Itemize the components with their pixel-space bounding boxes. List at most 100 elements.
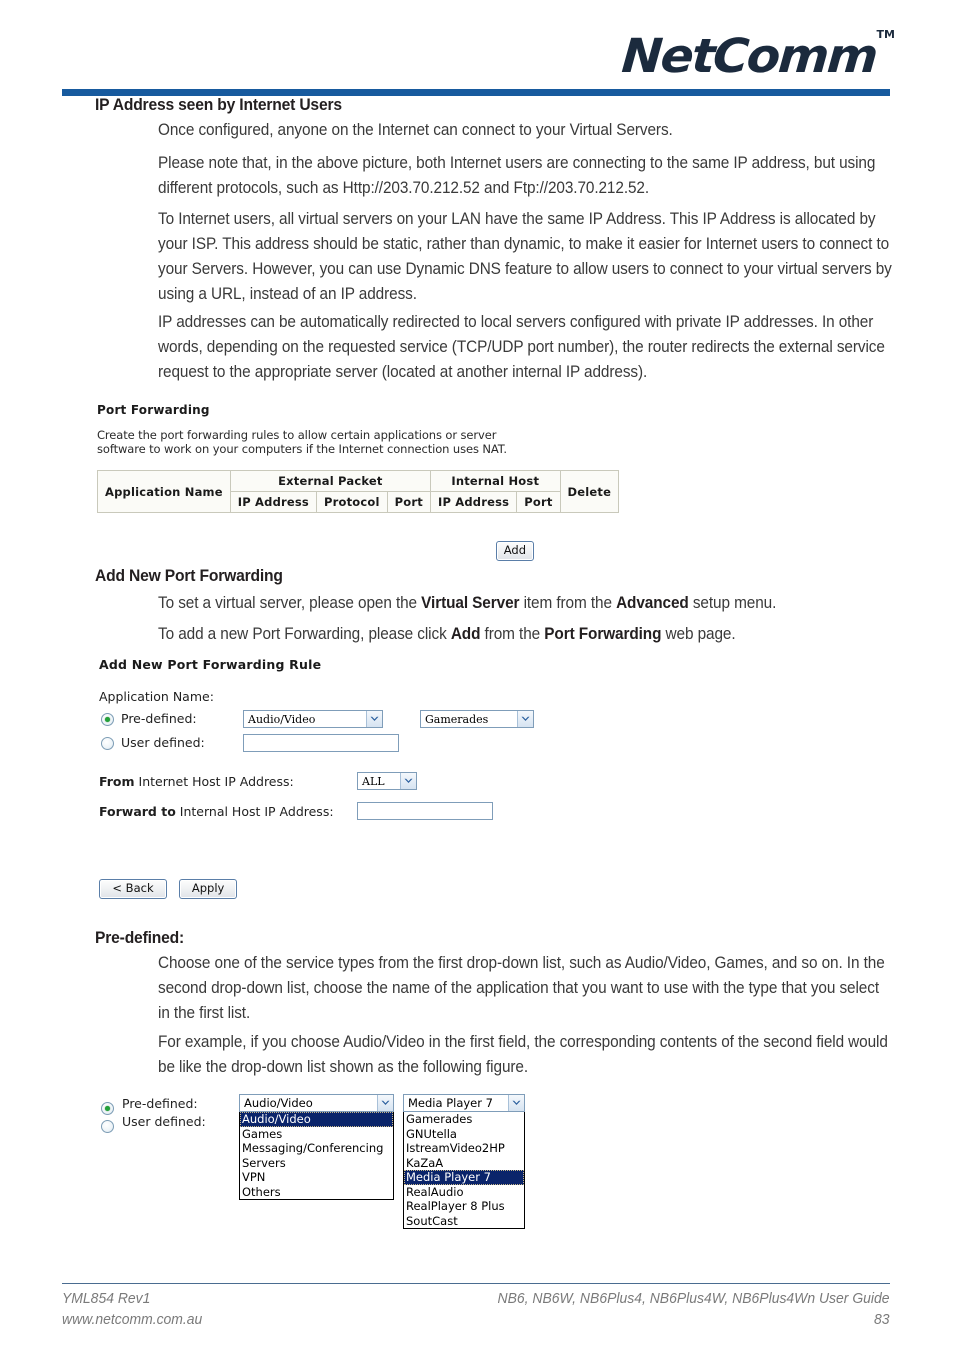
label-application-name: Application Name: [99, 689, 214, 704]
footer-page-number: 83 [874, 1311, 890, 1328]
page-heading-ip-address: IP Address seen by Internet Users [95, 95, 342, 114]
th-internal-host: Internal Host [429, 470, 561, 492]
figure-label-user-defined: User defined: [122, 1114, 206, 1129]
row-forward-to-internal-host: Forward to Internal Host IP Address: [99, 801, 569, 825]
application-option[interactable]: Media Player 7 [404, 1170, 524, 1185]
add-rule-screenshot: Add New Port Forwarding Rule Application… [99, 657, 569, 899]
service-type-option[interactable]: VPN [240, 1170, 393, 1185]
paragraph-ip-redirect: IP addresses can be automatically redire… [158, 313, 885, 381]
netcomm-logo: NetComm TM [620, 22, 895, 84]
chevron-down-icon [366, 711, 382, 727]
service-type-option[interactable]: Messaging/Conferencing [240, 1141, 393, 1156]
label-forward-bold: Forward to [99, 804, 176, 819]
service-type-option[interactable]: Audio/Video [240, 1112, 393, 1127]
chevron-down-icon [508, 1095, 524, 1111]
service-type-option[interactable]: Others [240, 1185, 393, 1200]
radio-user-defined[interactable] [101, 737, 114, 750]
input-user-defined[interactable] [243, 734, 399, 752]
select-application-value: Gamerades [425, 712, 489, 726]
logo-wordmark: NetComm [620, 29, 879, 84]
port-forwarding-table: Application Name External Packet Interna… [97, 470, 620, 513]
th-delete: Delete [559, 470, 620, 513]
label-from-bold: From [99, 774, 135, 789]
application-option[interactable]: KaZaA [404, 1156, 524, 1171]
label-forward-rest: Internal Host IP Address: [175, 804, 334, 819]
th-external-packet: External Packet [229, 470, 431, 492]
back-button[interactable]: < Back [99, 879, 167, 899]
service-type-option[interactable]: Games [240, 1127, 393, 1142]
label-user-defined: User defined: [121, 735, 205, 750]
dropdown-options-service-type[interactable]: Audio/Video Games Messaging/Conferencing Se… [239, 1111, 394, 1200]
paragraph-once-configured: Once configured, anyone on the Internet … [158, 121, 673, 139]
th-application-name: Application Name [97, 470, 231, 513]
application-option[interactable]: IstreamVideo2HP [404, 1141, 524, 1156]
text-frag-a2: To add a new Port Forwarding, please cli… [158, 625, 451, 643]
text-frag-c2: from the [480, 625, 545, 643]
footer-left: YML854 Rev1 www.netcomm.com.au [62, 1288, 202, 1330]
label-from-rest: Internet Host IP Address: [134, 774, 294, 789]
dropdown-options-application[interactable]: Gamerades GNUtella IstreamVideo2HP KaZaA Med… [403, 1111, 525, 1229]
open-select-application-box[interactable]: Media Player 7 [403, 1094, 525, 1112]
screenshot-title-add-rule: Add New Port Forwarding Rule [99, 657, 322, 672]
figure-radio-predefined[interactable] [101, 1102, 114, 1115]
th-external-ip-address: IP Address [229, 491, 317, 513]
figure-label-predefined: Pre-defined: [122, 1096, 198, 1111]
add-button[interactable]: Add [495, 541, 534, 561]
open-select-service-type-value: Audio/Video [244, 1096, 313, 1110]
paragraph-choose-service-type: Choose one of the service types from the… [158, 954, 885, 1022]
paragraph-please-note: Please note that, in the above picture, … [158, 154, 876, 197]
open-select-application-value: Media Player 7 [408, 1096, 493, 1110]
open-select-service-type[interactable]: Audio/Video Audio/Video Games Messaging/Co… [239, 1094, 394, 1200]
paragraph-to-internet-users: To Internet users, all virtual servers o… [158, 210, 892, 303]
document-page: NetComm TM IP Address seen by Internet Us… [0, 0, 954, 1350]
row-user-defined: User defined: [99, 733, 569, 755]
apply-button[interactable]: Apply [179, 879, 238, 899]
application-option[interactable]: RealPlayer 8 Plus [404, 1199, 524, 1214]
application-option[interactable]: GNUtella [404, 1127, 524, 1142]
select-application[interactable]: Gamerades [420, 710, 534, 728]
input-forward-to[interactable] [357, 802, 493, 820]
text-frag-virtual-server: Virtual Server [421, 594, 520, 612]
paragraph-for-example: For example, if you choose Audio/Video i… [158, 1033, 888, 1076]
row-from-internet-host: From Internet Host IP Address: ALL [99, 771, 569, 795]
text-frag-c: item from the [519, 594, 617, 612]
text-frag-e: setup menu. [688, 594, 777, 612]
page-heading-add-new-port-forwarding: Add New Port Forwarding [95, 566, 283, 585]
chevron-down-icon [377, 1095, 393, 1111]
text-frag-port-forwarding: Port Forwarding [544, 625, 662, 643]
th-internal-port: Port [516, 491, 561, 513]
screenshot-title-port-forwarding: Port Forwarding [97, 403, 210, 417]
application-option[interactable]: SoutCast [404, 1214, 524, 1229]
form-button-row: < Back Apply [99, 877, 569, 899]
footer-guide-title: NB6, NB6W, NB6Plus4, NB6Plus4W, NB6Plus4… [497, 1290, 890, 1307]
th-external-protocol: Protocol [315, 491, 388, 513]
footer-divider-rule [62, 1283, 890, 1284]
footer-website: www.netcomm.com.au [62, 1311, 203, 1328]
select-service-type[interactable]: Audio/Video [243, 710, 383, 728]
text-frag-e2: web page. [661, 625, 736, 643]
screenshot-desc-line-2: software to work on your computers if th… [97, 442, 507, 456]
application-option[interactable]: RealAudio [404, 1185, 524, 1200]
application-option[interactable]: Gamerades [404, 1112, 524, 1127]
footer-doc-revision: YML854 Rev1 [62, 1290, 151, 1307]
open-select-service-type-box[interactable]: Audio/Video [239, 1094, 394, 1112]
select-from-internet-host[interactable]: ALL [357, 772, 417, 790]
select-service-type-value: Audio/Video [248, 712, 316, 726]
row-predefined: Pre-defined: Audio/Video Gamerades [99, 709, 569, 731]
service-type-option[interactable]: Servers [240, 1156, 393, 1171]
open-select-application[interactable]: Media Player 7 Gamerades GNUtella IstreamV… [403, 1094, 525, 1229]
screenshot-desc-line-1: Create the port forwarding rules to allo… [97, 428, 497, 442]
th-internal-ip-address: IP Address [429, 491, 518, 513]
figure-radio-user-defined[interactable] [101, 1120, 114, 1133]
page-heading-predefined: Pre-defined: [95, 928, 185, 947]
th-external-port: Port [386, 491, 431, 513]
radio-predefined[interactable] [101, 713, 114, 726]
port-forwarding-screenshot: Port Forwarding Create the port forwardi… [97, 403, 620, 561]
table-header-row-top: Application Name External Packet Interna… [97, 470, 620, 513]
chevron-down-icon [400, 773, 416, 789]
select-from-value: ALL [362, 774, 385, 788]
text-frag-advanced: Advanced [616, 594, 689, 612]
label-predefined: Pre-defined: [121, 711, 197, 726]
footer-right: NB6, NB6W, NB6Plus4, NB6Plus4W, NB6Plus4… [498, 1288, 890, 1330]
text-frag-add: Add [450, 625, 481, 643]
